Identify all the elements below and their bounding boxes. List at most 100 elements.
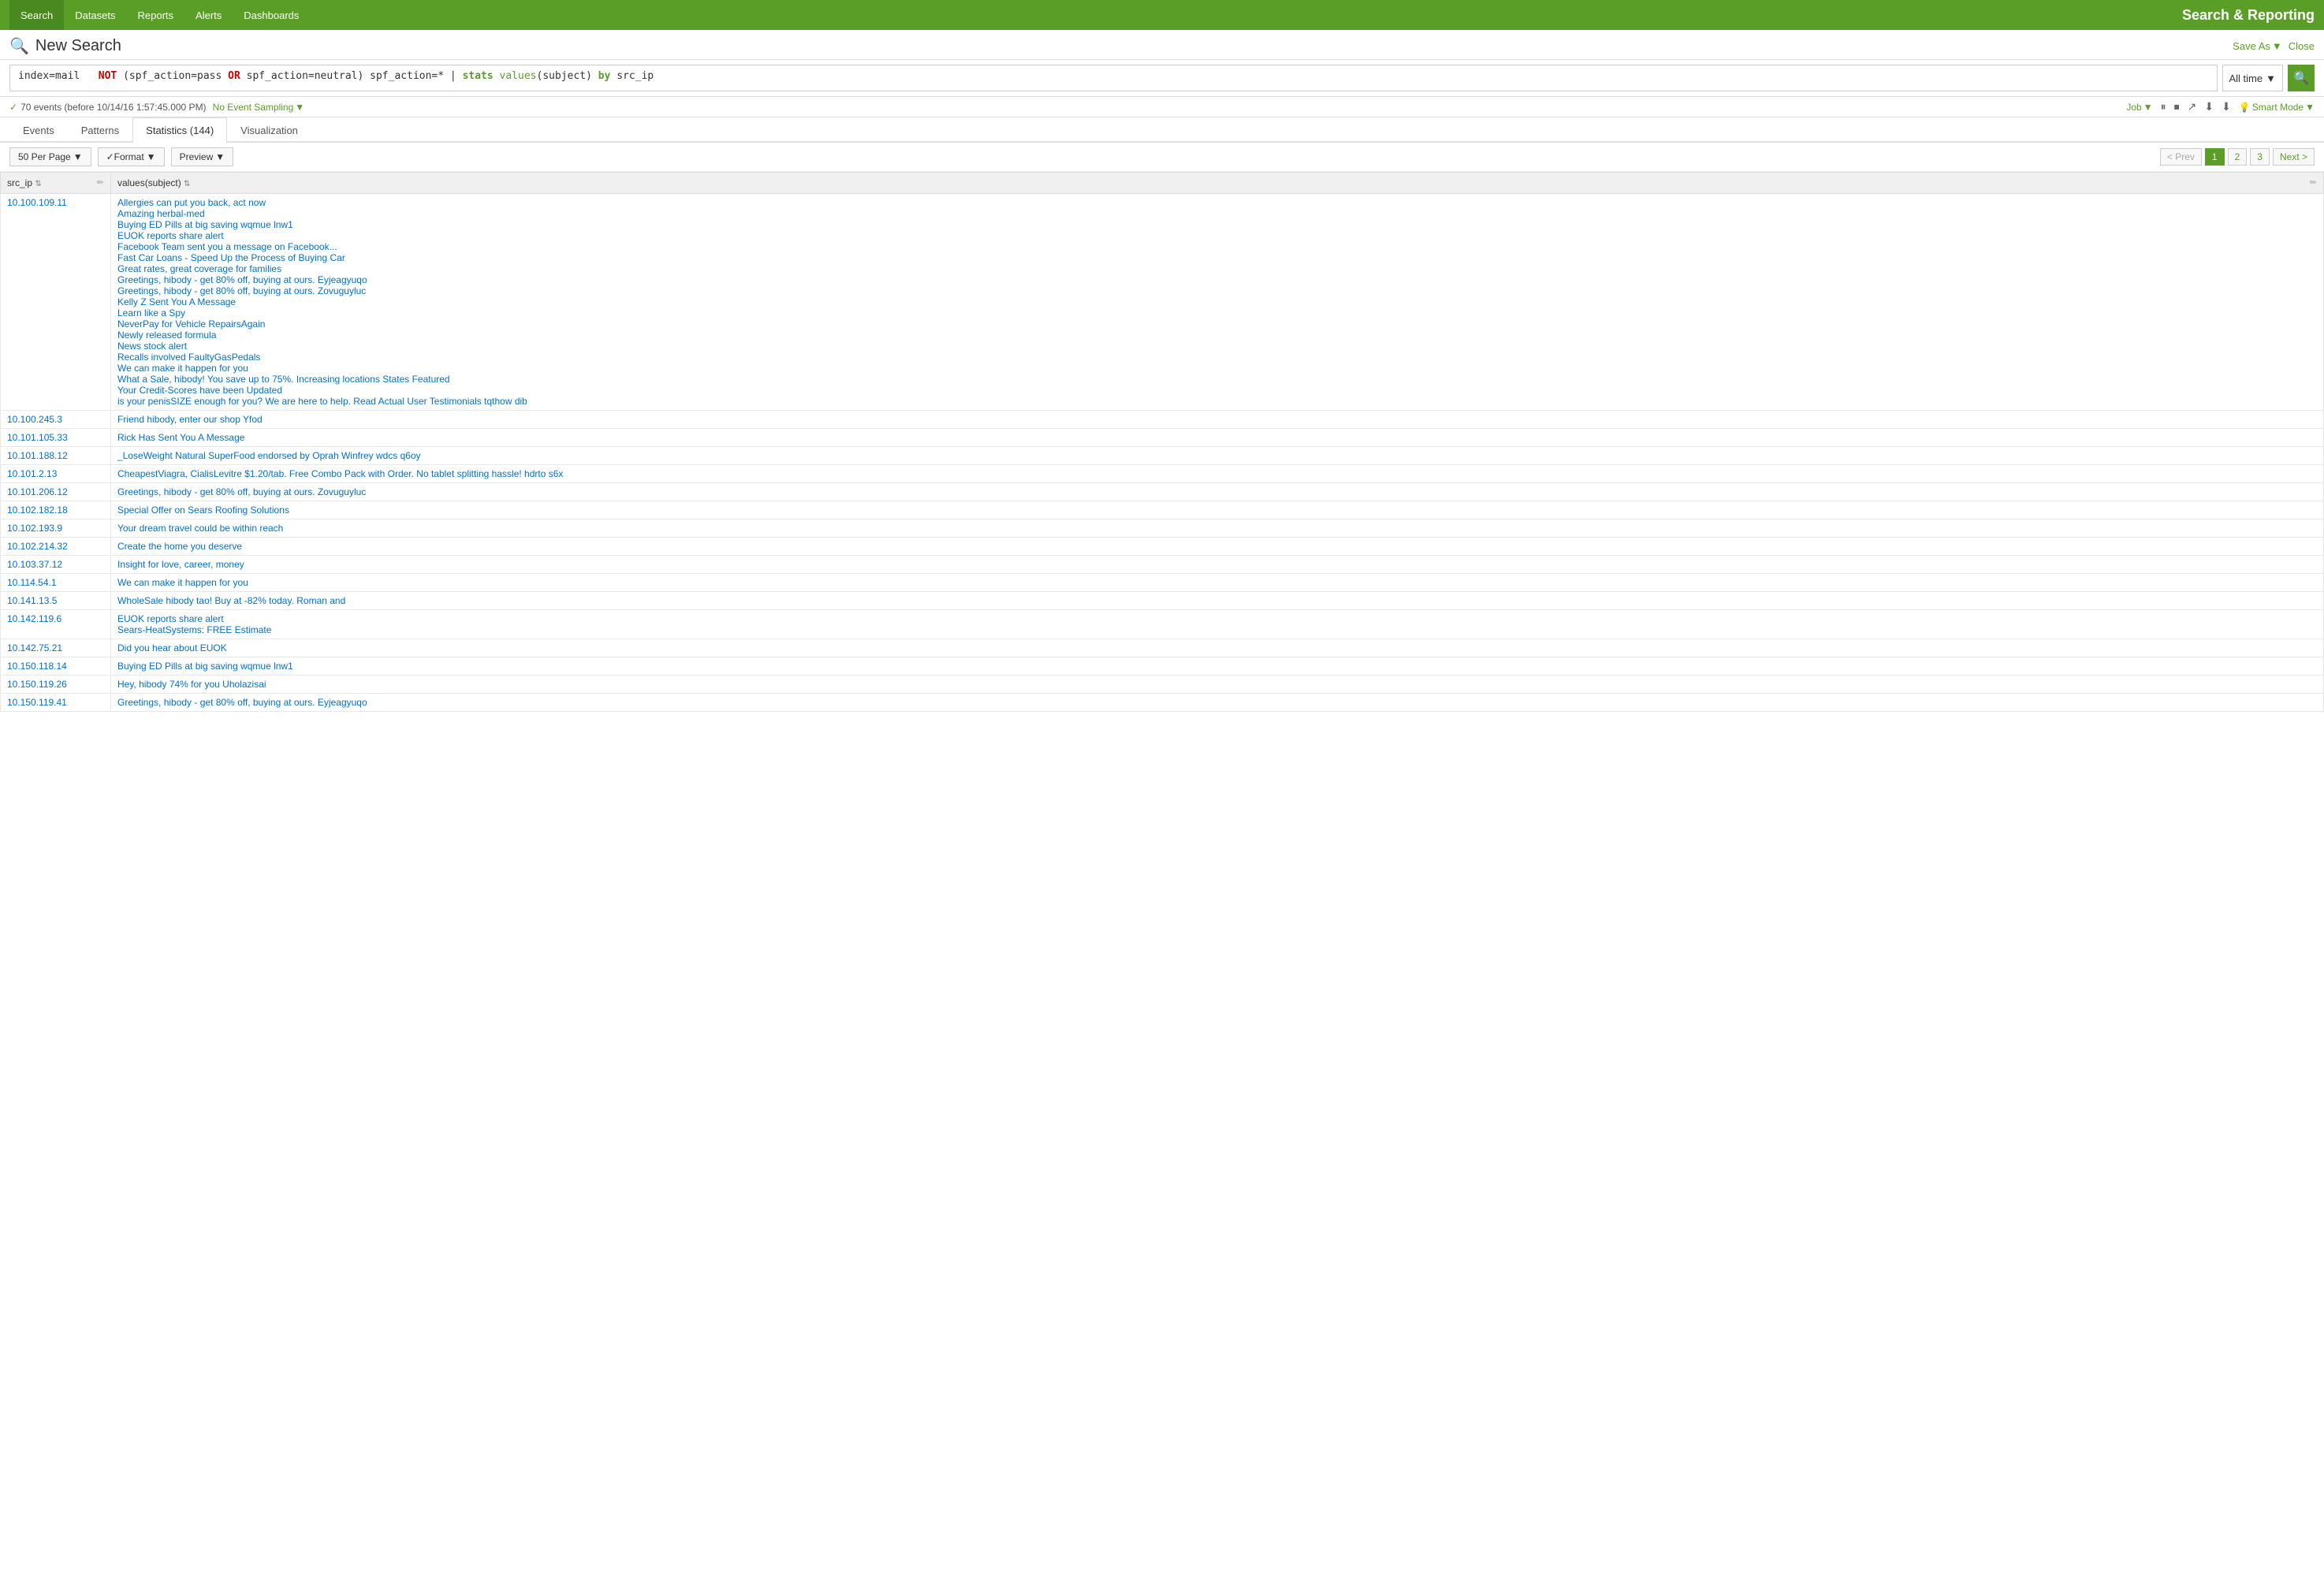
edit-icon-ip[interactable]: ✏ (97, 177, 104, 188)
subject-value[interactable]: EUOK reports share alert (117, 230, 2317, 241)
results-table: src_ip ⇅ ✏ values(subject) ⇅ ✏ 10.100.10… (0, 172, 2324, 712)
prev-page-button[interactable]: < Prev (2160, 148, 2202, 166)
ip-value[interactable]: 10.142.75.21 (7, 642, 62, 653)
next-page-button[interactable]: Next > (2273, 148, 2315, 166)
tab-patterns[interactable]: Patterns (68, 117, 132, 143)
subject-value[interactable]: Your dream travel could be within reach (117, 523, 2317, 534)
share-button[interactable]: ↗ (2188, 100, 2197, 114)
nav-item-dashboards[interactable]: Dashboards (233, 0, 310, 30)
ip-value[interactable]: 10.101.2.13 (7, 468, 57, 479)
smart-mode-button[interactable]: 💡 Smart Mode ▼ (2239, 102, 2315, 113)
ip-value[interactable]: 10.141.13.5 (7, 595, 57, 606)
col-header-values-subject[interactable]: values(subject) ⇅ ✏ (111, 173, 2324, 194)
subject-value[interactable]: Allergies can put you back, act now (117, 197, 2317, 208)
cell-subjects: Hey, hibody 74% for you Uholazisai (111, 676, 2324, 694)
subject-value[interactable]: Greetings, hibody - get 80% off, buying … (117, 285, 2317, 296)
subject-value[interactable]: Recalls involved FaultyGasPedals (117, 352, 2317, 363)
stop-button[interactable]: ⏹ (2174, 100, 2180, 114)
per-page-arrow: ▼ (73, 151, 83, 162)
pause-button[interactable]: ⏸ (2161, 100, 2166, 114)
time-range-picker[interactable]: All time ▼ (2222, 65, 2284, 91)
col-header-src-ip[interactable]: src_ip ⇅ ✏ (1, 173, 111, 194)
subject-value[interactable]: Amazing herbal-med (117, 208, 2317, 219)
ip-value[interactable]: 10.100.245.3 (7, 414, 62, 425)
export-button[interactable]: ⬇ (2222, 100, 2231, 114)
cell-subjects: EUOK reports share alertSears-HeatSystem… (111, 610, 2324, 639)
nav-item-reports[interactable]: Reports (127, 0, 185, 30)
subject-value[interactable]: Friend hibody, enter our shop Yfod (117, 414, 2317, 425)
sampling-arrow-icon: ▼ (295, 102, 304, 113)
ip-value[interactable]: 10.102.214.32 (7, 541, 68, 552)
subject-value[interactable]: Learn like a Spy (117, 307, 2317, 318)
subject-value[interactable]: We can make it happen for you (117, 363, 2317, 374)
tab-events[interactable]: Events (9, 117, 68, 143)
ip-value[interactable]: 10.102.193.9 (7, 523, 62, 534)
cell-ip: 10.102.182.18 (1, 501, 111, 519)
subject-value[interactable]: Did you hear about EUOK (117, 642, 2317, 653)
subject-value[interactable]: _LoseWeight Natural SuperFood endorsed b… (117, 450, 2317, 461)
nav-item-datasets[interactable]: Datasets (64, 0, 126, 30)
nav-item-search[interactable]: Search (9, 0, 64, 30)
table-row: 10.102.182.18 Special Offer on Sears Roof… (1, 501, 2324, 519)
ip-value[interactable]: 10.101.188.12 (7, 450, 68, 461)
tab-statistics[interactable]: Statistics (144) (132, 117, 227, 143)
subject-value[interactable]: We can make it happen for you (117, 577, 2317, 588)
sampling-dropdown[interactable]: No Event Sampling ▼ (213, 102, 305, 113)
subject-value[interactable]: Newly released formula (117, 330, 2317, 341)
smart-mode-label: Smart Mode (2252, 102, 2304, 113)
subject-value[interactable]: What a Sale, hibody! You save up to 75%.… (117, 374, 2317, 385)
subject-value[interactable]: EUOK reports share alert (117, 613, 2317, 624)
sort-icon-subject: ⇅ (184, 180, 190, 188)
subject-value[interactable]: Sears-HeatSystems: FREE Estimate (117, 624, 2317, 635)
close-button[interactable]: Close (2289, 40, 2315, 52)
save-button[interactable]: ⬇ (2204, 100, 2214, 114)
search-input[interactable]: index=mail NOT (spf_action=pass OR spf_a… (9, 65, 2218, 91)
page-header: 🔍 New Search Save As ▼ Close (0, 30, 2324, 60)
subject-value[interactable]: Great rates, great coverage for families (117, 263, 2317, 274)
subject-value[interactable]: Create the home you deserve (117, 541, 2317, 552)
subject-value[interactable]: Special Offer on Sears Roofing Solutions (117, 505, 2317, 516)
subject-value[interactable]: Kelly Z Sent You A Message (117, 296, 2317, 307)
subject-value[interactable]: Rick Has Sent You A Message (117, 432, 2317, 443)
edit-icon-subject[interactable]: ✏ (2310, 177, 2317, 188)
subject-value[interactable]: Facebook Team sent you a message on Face… (117, 241, 2317, 252)
ip-value[interactable]: 10.142.119.6 (7, 613, 61, 624)
subject-value[interactable]: WholeSale hibody tao! Buy at -82% today.… (117, 595, 2317, 606)
ip-value[interactable]: 10.102.182.18 (7, 505, 68, 516)
subject-value[interactable]: Greetings, hibody - get 80% off, buying … (117, 486, 2317, 497)
ip-value[interactable]: 10.150.118.14 (7, 661, 67, 672)
subject-value[interactable]: is your penisSIZE enough for you? We are… (117, 396, 2317, 407)
nav-item-alerts[interactable]: Alerts (184, 0, 233, 30)
subject-value[interactable]: Your Credit-Scores have been Updated (117, 385, 2317, 396)
tab-visualization[interactable]: Visualization (227, 117, 311, 143)
job-button[interactable]: Job ▼ (2126, 102, 2152, 113)
cell-ip: 10.150.119.26 (1, 676, 111, 694)
per-page-button[interactable]: 50 Per Page ▼ (9, 147, 91, 166)
ip-value[interactable]: 10.100.109.11 (7, 197, 67, 208)
page-3-button[interactable]: 3 (2250, 148, 2270, 166)
ip-value[interactable]: 10.150.119.41 (7, 697, 67, 708)
subject-value[interactable]: Buying ED Pills at big saving wqmue lnw1 (117, 219, 2317, 230)
sampling-label: No Event Sampling (213, 102, 294, 113)
format-button[interactable]: ✓Format ▼ (98, 147, 165, 166)
subject-value[interactable]: Insight for love, career, money (117, 559, 2317, 570)
ip-value[interactable]: 10.101.105.33 (7, 432, 68, 443)
search-go-button[interactable]: 🔍 (2288, 65, 2315, 91)
subject-value[interactable]: Greetings, hibody - get 80% off, buying … (117, 697, 2317, 708)
ip-value[interactable]: 10.103.37.12 (7, 559, 62, 570)
subject-value[interactable]: NeverPay for Vehicle RepairsAgain (117, 318, 2317, 330)
save-as-button[interactable]: Save As ▼ (2233, 40, 2282, 52)
ip-value[interactable]: 10.114.54.1 (7, 577, 57, 588)
page-1-button[interactable]: 1 (2205, 148, 2225, 166)
smart-mode-icon: 💡 (2239, 102, 2251, 113)
subject-value[interactable]: Buying ED Pills at big saving wqmue lnw1 (117, 661, 2317, 672)
page-2-button[interactable]: 2 (2228, 148, 2248, 166)
subject-value[interactable]: CheapestViagra, CialisLevitre $1.20/tab.… (117, 468, 2317, 479)
ip-value[interactable]: 10.101.206.12 (7, 486, 68, 497)
ip-value[interactable]: 10.150.119.26 (7, 679, 67, 690)
subject-value[interactable]: Hey, hibody 74% for you Uholazisai (117, 679, 2317, 690)
preview-button[interactable]: Preview ▼ (171, 147, 234, 166)
subject-value[interactable]: Greetings, hibody - get 80% off, buying … (117, 274, 2317, 285)
subject-value[interactable]: Fast Car Loans - Speed Up the Process of… (117, 252, 2317, 263)
subject-value[interactable]: News stock alert (117, 341, 2317, 352)
